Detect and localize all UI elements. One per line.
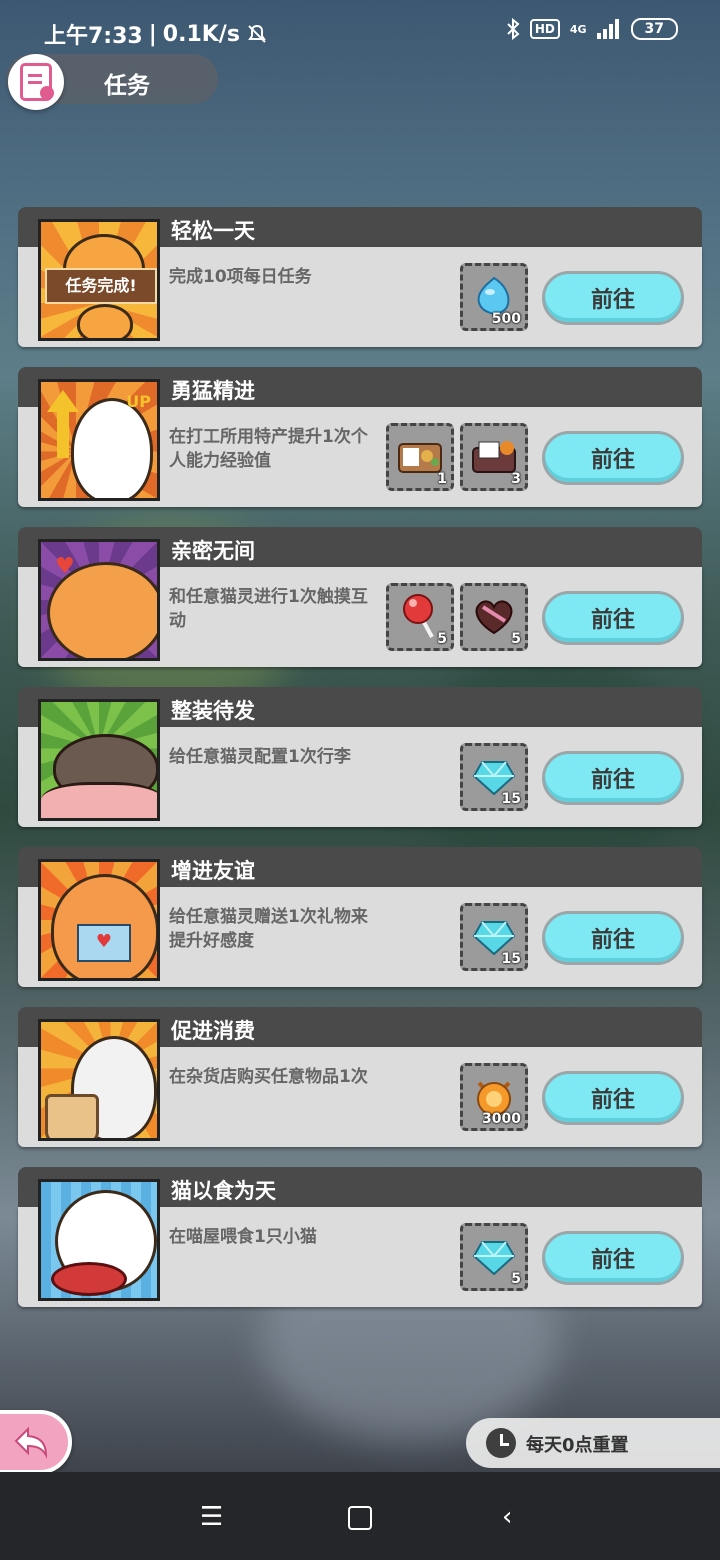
go-button[interactable]: 前往	[542, 271, 684, 325]
go-button[interactable]: 前往	[542, 591, 684, 645]
reward-slot: 15	[460, 903, 528, 971]
task-description: 给任意猫灵赠送1次礼物来提升好感度	[169, 907, 368, 951]
task-description: 在杂货店购买任意物品1次	[169, 1067, 368, 1087]
cyan-gem-icon	[472, 760, 516, 796]
go-button[interactable]: 前往	[542, 431, 684, 485]
lollipop-icon	[403, 593, 434, 638]
page-title: 任务	[104, 73, 150, 99]
up-arrow-icon	[47, 390, 79, 412]
up-label: UP	[126, 392, 151, 411]
task-complete-stamp: 任务完成!	[45, 268, 157, 304]
reward-count: 5	[511, 631, 521, 647]
gift-lunchbox-icon	[472, 440, 516, 473]
battery-icon: 37	[630, 18, 678, 40]
reward-count: 15	[501, 791, 521, 807]
reward-slot: 3000	[460, 1063, 528, 1131]
love-letter-icon: ♥	[77, 924, 131, 962]
task-title: 勇猛精进	[171, 379, 255, 403]
network-type: 4G	[569, 22, 587, 36]
task-card: 促进消费 在杂货店购买任意物品1次 3000 前往	[18, 1007, 702, 1147]
task-thumbnail: ♥	[38, 539, 160, 661]
reward-slot: 15	[460, 743, 528, 811]
task-title: 亲密无间	[171, 539, 255, 563]
reward-slot: 5	[386, 583, 454, 651]
task-title: 轻松一天	[171, 219, 255, 243]
task-description: 给任意猫灵配置1次行李	[169, 747, 351, 767]
reward-slot: 1	[386, 423, 454, 491]
menu-icon[interactable]: ☰	[200, 1502, 223, 1532]
back-arrow-icon	[14, 1426, 48, 1459]
back-nav-icon[interactable]: ‹	[502, 1502, 512, 1532]
clock-icon	[486, 1428, 516, 1458]
reward-count: 15	[501, 951, 521, 967]
task-title: 增进友谊	[171, 859, 255, 883]
task-title: 促进消费	[171, 1019, 255, 1043]
status-time: 上午7:33	[44, 24, 143, 49]
bluetooth-icon	[507, 18, 520, 40]
signal-icon	[596, 19, 619, 39]
task-description: 在喵屋喂食1只小猫	[169, 1227, 317, 1247]
task-description: 和任意猫灵进行1次触摸互动	[169, 587, 368, 631]
reward-count: 5	[511, 1271, 521, 1287]
reset-text: 每天0点重置	[526, 1435, 629, 1456]
task-title: 猫以食为天	[171, 1179, 276, 1203]
task-card: UP 勇猛精进 在打工所用特产提升1次个人能力经验值 1 3 前往	[18, 367, 702, 507]
reward-slot: 5	[460, 583, 528, 651]
back-button[interactable]	[0, 1410, 72, 1474]
reward-slot: 500	[460, 263, 528, 331]
task-clipboard-icon	[8, 54, 64, 110]
task-card: ♥ 增进友谊 给任意猫灵赠送1次礼物来提升好感度 15 前往	[18, 847, 702, 987]
bento-box-icon	[398, 442, 442, 473]
network-speed: 0.1K/s	[162, 21, 240, 47]
cyan-gem-icon	[472, 1240, 516, 1276]
task-thumbnail	[38, 1179, 160, 1301]
daily-reset-notice: 每天0点重置	[466, 1418, 720, 1468]
reward-slot: 5	[460, 1223, 528, 1291]
go-button[interactable]: 前往	[542, 911, 684, 965]
cyan-gem-icon	[472, 920, 516, 956]
task-description: 完成10项每日任务	[169, 267, 312, 287]
task-thumbnail	[38, 699, 160, 821]
home-icon[interactable]	[348, 1506, 372, 1530]
go-button[interactable]: 前往	[542, 1231, 684, 1285]
system-nav-bar: ☰ ‹	[0, 1472, 720, 1560]
reward-count: 3000	[482, 1111, 521, 1127]
reward-count: 500	[491, 311, 521, 327]
task-thumbnail	[38, 1019, 160, 1141]
task-card: 猫以食为天 在喵屋喂食1只小猫 5 前往	[18, 1167, 702, 1307]
task-card: ♥ 亲密无间 和任意猫灵进行1次触摸互动 5 5 前往	[18, 527, 702, 667]
mute-bell-icon	[248, 24, 266, 43]
hd-icon: HD	[529, 19, 560, 39]
go-button[interactable]: 前往	[542, 1071, 684, 1125]
food-bowl-icon	[51, 1262, 127, 1296]
task-thumbnail: 任务完成!	[38, 219, 160, 341]
reward-count: 5	[437, 631, 447, 647]
task-card: 任务完成! 轻松一天 完成10项每日任务 500 前往	[18, 207, 702, 347]
task-description: 在打工所用特产提升1次个人能力经验值	[169, 427, 368, 471]
task-thumbnail: ♥	[38, 859, 160, 981]
task-card: 整装待发 给任意猫灵配置1次行李 15 前往	[18, 687, 702, 827]
task-thumbnail: UP	[38, 379, 160, 501]
shopping-basket-icon	[45, 1094, 99, 1138]
task-title: 整装待发	[171, 699, 255, 723]
reward-slot: 3	[460, 423, 528, 491]
go-button[interactable]: 前往	[542, 751, 684, 805]
reward-count: 3	[511, 471, 521, 487]
reward-count: 1	[437, 471, 447, 487]
